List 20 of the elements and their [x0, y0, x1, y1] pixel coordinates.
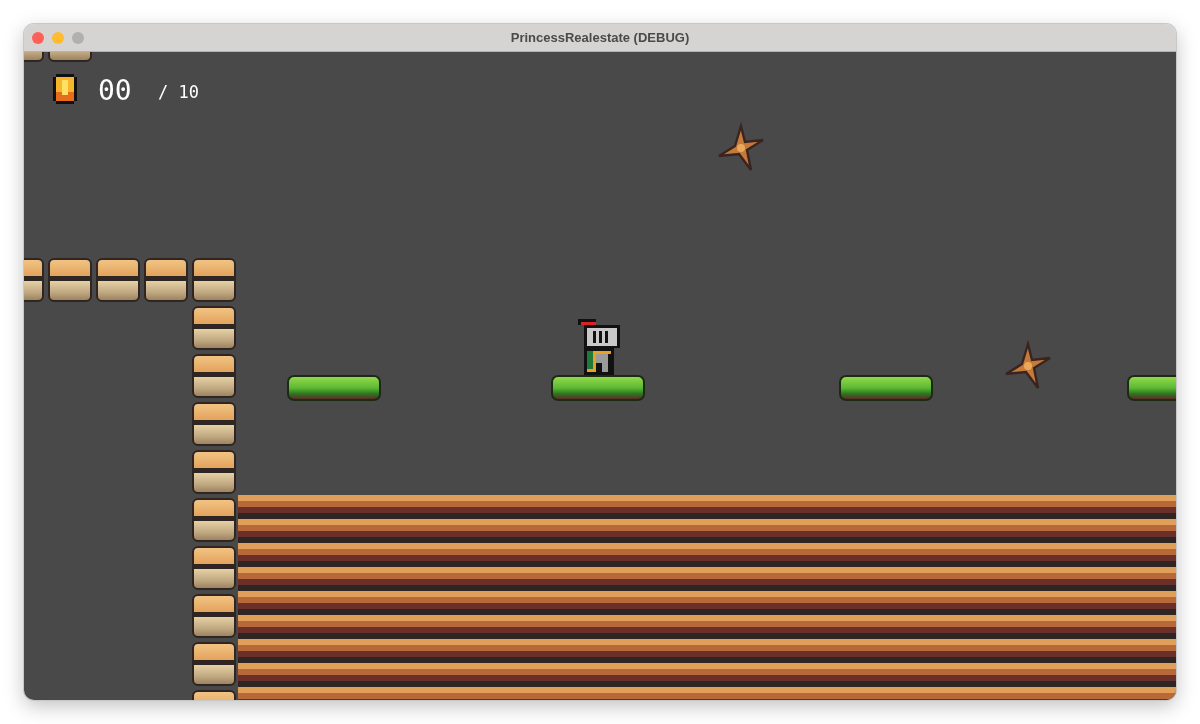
- coin-total: / 10: [158, 84, 199, 101]
- brick-block: [192, 498, 236, 542]
- coin-count: 00: [98, 77, 132, 105]
- close-icon[interactable]: [32, 32, 44, 44]
- brick-block: [192, 594, 236, 638]
- brick-block: [192, 546, 236, 590]
- brick-block: [192, 306, 236, 350]
- brick-block: [192, 642, 236, 686]
- brick-block: [48, 258, 92, 302]
- brick-block: [192, 258, 236, 302]
- window-title: PrincessRealestate (DEBUG): [510, 30, 690, 45]
- minimize-icon[interactable]: [52, 32, 64, 44]
- coin-icon: [53, 74, 77, 104]
- brick-block: [144, 258, 188, 302]
- brick-block: [96, 258, 140, 302]
- knight-drawing: [578, 319, 620, 375]
- brick-block: [192, 450, 236, 494]
- zoom-icon[interactable]: [72, 32, 84, 44]
- brick-block: [192, 402, 236, 446]
- brick-block: [192, 354, 236, 398]
